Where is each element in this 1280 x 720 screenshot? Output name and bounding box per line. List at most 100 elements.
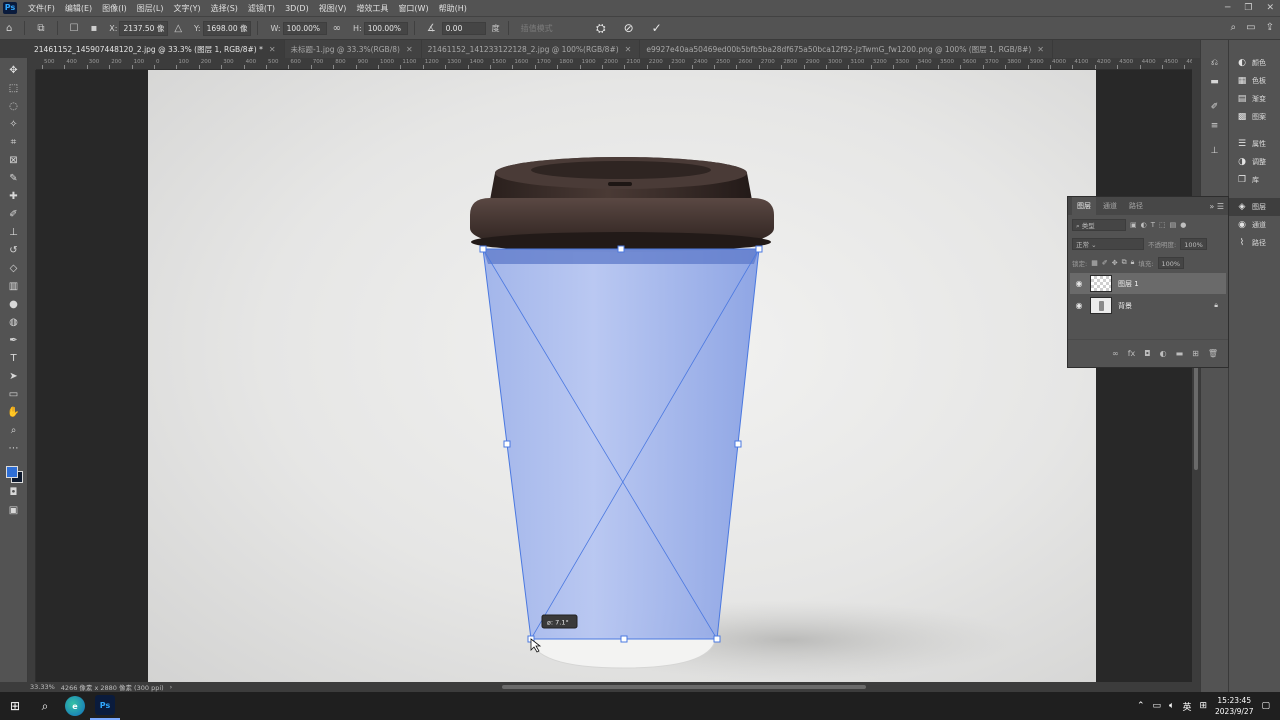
blur-tool-icon[interactable]: ● — [5, 297, 23, 313]
panel-paths[interactable]: ⌇ 路径 — [1229, 234, 1280, 252]
tool-presets-icon[interactable]: ≡ — [1206, 118, 1224, 134]
close-icon[interactable]: ✕ — [1266, 3, 1274, 13]
windows-start-icon[interactable]: ⊞ — [0, 692, 30, 720]
menu-filter[interactable]: 滤镜(T) — [243, 3, 280, 14]
close-icon[interactable]: ✕ — [1037, 45, 1044, 54]
network-icon[interactable]: ▭ — [1153, 701, 1162, 711]
eye-icon[interactable]: ◉ — [1074, 279, 1084, 288]
scrollbar-thumb[interactable] — [502, 685, 866, 689]
new-group-icon[interactable]: ▬ — [1176, 349, 1184, 358]
history-brush-tool-icon[interactable]: ↺ — [5, 243, 23, 259]
y-input[interactable]: 1698.00 像 — [202, 20, 252, 36]
lasso-tool-icon[interactable]: ◌ — [5, 99, 23, 115]
scrollbar-thumb[interactable] — [1194, 360, 1198, 470]
layer-style-icon[interactable]: fx — [1128, 349, 1136, 358]
eraser-tool-icon[interactable]: ◇ — [5, 261, 23, 277]
ime-icon[interactable]: ⊞ — [1199, 701, 1207, 711]
panel-libraries[interactable]: ❐ 库 — [1229, 171, 1280, 189]
reference-point-toggle-icon[interactable]: ☐ — [70, 23, 79, 34]
menu-layer[interactable]: 图层(L) — [132, 3, 169, 14]
new-layer-icon[interactable]: ⊞ — [1192, 349, 1199, 358]
marquee-tool-icon[interactable]: ⬚ — [5, 81, 23, 97]
opacity-input[interactable]: 100% — [1180, 237, 1207, 250]
canvas[interactable]: ⌀: 7.1° — [148, 70, 1096, 682]
panel-properties[interactable]: ☰ 属性 — [1229, 135, 1280, 153]
search-icon[interactable]: ⌕ — [1231, 22, 1237, 33]
lock-all-icon[interactable]: 🔒︎ — [1131, 258, 1135, 267]
share-icon[interactable]: ⇪ — [1266, 22, 1274, 33]
minimize-icon[interactable]: ─ — [1225, 3, 1230, 13]
frame-tool-icon[interactable]: ⊠ — [5, 153, 23, 169]
menu-help[interactable]: 帮助(H) — [434, 3, 472, 14]
menu-image[interactable]: 图像(I) — [97, 3, 132, 14]
dodge-tool-icon[interactable]: ◍ — [5, 315, 23, 331]
healing-brush-tool-icon[interactable]: ✚ — [5, 189, 23, 205]
tab-channels[interactable]: 通道 — [1098, 197, 1122, 215]
lock-position-icon[interactable]: ✥ — [1112, 259, 1118, 267]
move-tool-icon[interactable]: ✥ — [5, 63, 23, 79]
rectangle-tool-icon[interactable]: ▭ — [5, 387, 23, 403]
zoom-level[interactable]: 33.33% — [30, 683, 55, 691]
tab-document-1[interactable]: 21461152_145907448120_2.jpg @ 33.3% (图层 … — [28, 40, 285, 58]
panel-channels[interactable]: ◉ 通道 — [1229, 216, 1280, 234]
menu-3d[interactable]: 3D(D) — [280, 4, 314, 13]
chevron-up-icon[interactable]: ⌃ — [1137, 701, 1145, 711]
filter-pixel-icon[interactable]: ▣ — [1130, 221, 1137, 229]
clock[interactable]: 15:23:45 2023/9/27 — [1215, 695, 1253, 717]
transform-tool-icon[interactable]: ⧉ — [37, 23, 44, 34]
panel-layers[interactable]: ◈ 图层 — [1229, 198, 1280, 216]
tab-document-2[interactable]: 未标题-1.jpg @ 33.3%(RGB/8) ✕ — [285, 40, 422, 58]
lock-transparency-icon[interactable]: ▦ — [1091, 259, 1098, 267]
panel-gradient[interactable]: ▤ 渐变 — [1229, 90, 1280, 108]
close-icon[interactable]: ✕ — [269, 45, 276, 54]
menu-type[interactable]: 文字(Y) — [168, 3, 205, 14]
relative-position-icon[interactable]: △ — [174, 23, 182, 34]
path-selection-tool-icon[interactable]: ➤ — [5, 369, 23, 385]
brush-settings-icon[interactable]: ✐ — [1206, 99, 1224, 115]
panel-menu-icon[interactable]: » ☰ — [1209, 202, 1224, 211]
link-layers-icon[interactable]: ∞ — [1112, 349, 1119, 358]
delete-layer-icon[interactable]: 🗑︎ — [1208, 349, 1218, 358]
lock-pixels-icon[interactable]: ✐ — [1102, 259, 1108, 267]
menu-plugins[interactable]: 增效工具 — [351, 3, 393, 14]
clone-stamp-tool-icon[interactable]: ⊥ — [5, 225, 23, 241]
eye-icon[interactable]: ◉ — [1074, 301, 1084, 310]
layer-name[interactable]: 背景 — [1118, 301, 1208, 311]
screen-mode-icon[interactable]: ▣ — [5, 503, 23, 519]
clone-source-icon[interactable]: ⊥ — [1206, 143, 1224, 159]
search-icon[interactable]: ⌕ — [30, 692, 60, 720]
interpolation-label[interactable]: 插值模式 — [521, 23, 553, 34]
filter-smart-object-icon[interactable]: ▤ — [1170, 221, 1177, 229]
add-mask-icon[interactable]: ◘ — [1144, 349, 1150, 358]
blend-mode-select[interactable]: 正常 ⌄ — [1072, 237, 1144, 250]
layer-row[interactable]: ◉ 图层 1 — [1070, 273, 1226, 294]
panel-patterns[interactable]: ▩ 图案 — [1229, 108, 1280, 126]
menu-view[interactable]: 视图(V) — [314, 3, 352, 14]
panel-color[interactable]: ◐ 颜色 — [1229, 54, 1280, 72]
x-input[interactable]: 2137.50 像 — [119, 20, 169, 36]
fill-input[interactable]: 100% — [1157, 256, 1185, 269]
brush-tool-icon[interactable]: ✐ — [5, 207, 23, 223]
menu-edit[interactable]: 编辑(E) — [60, 3, 97, 14]
panel-adjustments[interactable]: ◑ 调整 — [1229, 153, 1280, 171]
foreground-color-swatch[interactable] — [5, 466, 18, 478]
commit-transform-icon[interactable]: ✓ — [652, 21, 662, 36]
filter-toggle-icon[interactable]: ● — [1180, 221, 1186, 229]
height-input[interactable]: 100.00% — [363, 21, 408, 35]
horizontal-scrollbar[interactable] — [190, 682, 1192, 692]
menu-file[interactable]: 文件(F) — [23, 3, 60, 14]
layer-filter-input[interactable]: ⌕ 类型 — [1072, 218, 1126, 231]
layer-name[interactable]: 图层 1 — [1118, 279, 1226, 289]
angle-input[interactable]: 0.00 — [441, 21, 486, 35]
comments-icon[interactable]: ▬ — [1206, 74, 1224, 90]
workspace-icon[interactable]: ▭ — [1246, 22, 1255, 33]
crop-tool-icon[interactable]: ⌗ — [5, 135, 23, 151]
color-swatches[interactable] — [4, 464, 24, 484]
close-icon[interactable]: ✕ — [406, 45, 413, 54]
adjustment-layer-icon[interactable]: ◐ — [1160, 349, 1167, 358]
tab-document-4[interactable]: e9927e40aa50469ed00b5bfb5ba28df675a50bca… — [640, 40, 1053, 58]
vertical-scrollbar[interactable] — [1192, 70, 1200, 682]
menu-select[interactable]: 选择(S) — [206, 3, 243, 14]
cancel-transform-icon[interactable]: ⊘ — [624, 21, 634, 36]
history-icon[interactable]: ⎌ — [1206, 55, 1224, 71]
